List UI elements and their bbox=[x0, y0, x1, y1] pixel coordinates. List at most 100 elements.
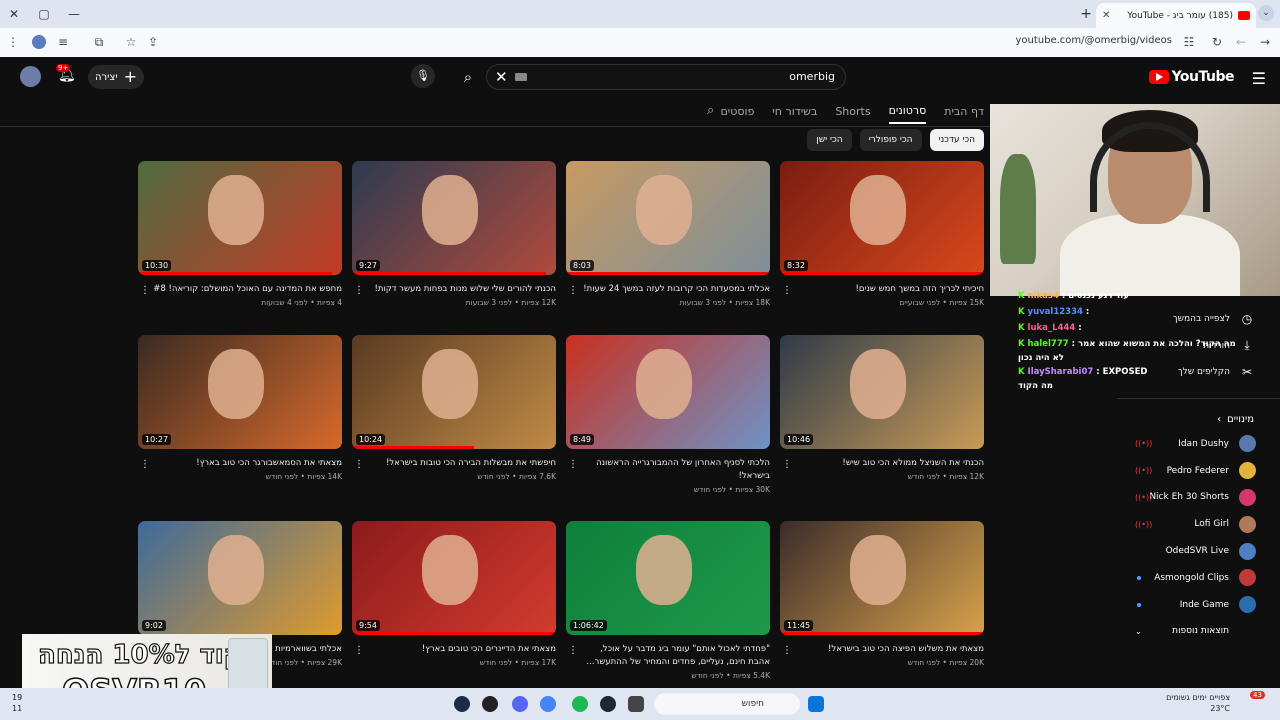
video-thumbnail[interactable]: 8:03 bbox=[566, 161, 770, 275]
reading-list-icon[interactable]: ≡ bbox=[56, 35, 70, 49]
profile-icon[interactable] bbox=[32, 35, 46, 49]
voice-search-mic-icon[interactable]: 🎙︎ bbox=[411, 64, 435, 88]
video-thumbnail[interactable]: 1:06:42 bbox=[566, 521, 770, 635]
subscription-item[interactable]: Inde Game bbox=[1117, 591, 1280, 618]
taskbar-search[interactable]: חיפוש bbox=[654, 693, 800, 715]
app-icon-2[interactable] bbox=[482, 696, 498, 712]
video-title[interactable]: הכנתי להורים שלי שלוש מנות בפחות מעשר דק… bbox=[352, 283, 557, 296]
video-card[interactable]: 8:49 הלכתי לסניף האחרון של ההמבורגרייה הר… bbox=[566, 335, 770, 494]
avatar[interactable] bbox=[20, 66, 41, 87]
windows-start-icon[interactable] bbox=[808, 696, 824, 712]
video-title[interactable]: חיפשתי את מבשלות הבירה הכי טובות בישראל! bbox=[352, 457, 556, 470]
video-card[interactable]: 10:27 מצאתי את הסמאשבורגר הכי טוב בארץ! 14… bbox=[138, 335, 342, 481]
search-button[interactable]: ⌕ bbox=[452, 64, 484, 90]
create-button[interactable]: יצירה + bbox=[88, 65, 144, 89]
window-maximize-icon[interactable]: ▢ bbox=[36, 6, 52, 22]
video-menu-icon[interactable]: ⋮ bbox=[782, 645, 792, 656]
app-icon-1[interactable] bbox=[454, 696, 470, 712]
video-menu-icon[interactable]: ⋮ bbox=[782, 285, 792, 296]
sort-chip[interactable]: הכי עדכני bbox=[929, 129, 984, 151]
tab-search-icon[interactable]: ⌄ bbox=[1258, 5, 1274, 21]
video-card[interactable]: 9:27 הכנתי להורים שלי שלוש מנות בפחות מעש… bbox=[352, 161, 556, 307]
notification-count-badge[interactable]: 43 bbox=[1250, 691, 1265, 699]
video-card[interactable]: 10:46 הכנתי את השניצל ממולא הכי טוב שיש! 1… bbox=[780, 335, 984, 481]
reload-icon[interactable]: ↻ bbox=[1210, 35, 1224, 49]
video-menu-icon[interactable]: ⋮ bbox=[140, 459, 150, 470]
tab-1[interactable]: סרטונים bbox=[888, 99, 927, 124]
sort-chip[interactable]: הכי ישן bbox=[807, 129, 852, 151]
tab-0[interactable]: דף הבית bbox=[944, 100, 984, 123]
tab-4[interactable]: פוסטים bbox=[720, 100, 754, 123]
video-card[interactable]: 8:32 חיכיתי לכריך הזה במשך חמש שנים! 15K צ… bbox=[780, 161, 984, 307]
subscription-item[interactable]: Asmongold Clips bbox=[1117, 564, 1280, 591]
video-title[interactable]: אכלתי במסעדות הכי קרובות לעזה במשך 24 שע… bbox=[566, 283, 770, 296]
video-card[interactable]: 10:24 חיפשתי את מבשלות הבירה הכי טובות בי… bbox=[352, 335, 556, 481]
chrome-icon[interactable] bbox=[540, 696, 556, 712]
video-thumbnail[interactable]: 8:32 bbox=[780, 161, 984, 275]
extensions-icon[interactable]: ⧉ bbox=[92, 35, 106, 49]
show-more-button[interactable]: תוצאות נוספות ⌄ bbox=[1117, 618, 1280, 645]
subscription-item[interactable]: OdedSVR Live bbox=[1117, 538, 1280, 565]
search-input[interactable]: ✕ omerbig bbox=[486, 64, 846, 90]
video-title[interactable]: מצאתי את הדיינרים הכי טובים בארץ! bbox=[352, 643, 556, 656]
site-settings-icon[interactable]: ☷ bbox=[1182, 35, 1196, 49]
window-close-icon[interactable]: ✕ bbox=[6, 6, 22, 22]
window-minimize-icon[interactable]: — bbox=[66, 6, 82, 22]
video-menu-icon[interactable]: ⋮ bbox=[354, 285, 364, 296]
video-title[interactable]: מחפש את המדינה עם האוכל המושלם: קוריאה! … bbox=[138, 283, 342, 296]
video-menu-icon[interactable]: ⋮ bbox=[140, 285, 150, 296]
browser-tab-youtube[interactable]: (185) עומר ביג - YouTube ✕ bbox=[1096, 3, 1256, 28]
video-menu-icon[interactable]: ⋮ bbox=[782, 459, 792, 470]
video-thumbnail[interactable]: 10:27 bbox=[138, 335, 342, 449]
video-menu-icon[interactable]: ⋮ bbox=[354, 459, 364, 470]
video-card[interactable]: 9:54 מצאתי את הדיינרים הכי טובים בארץ! 17K… bbox=[352, 521, 556, 667]
app-icon-7[interactable] bbox=[628, 696, 644, 712]
video-card[interactable]: 11:45 מצאתי את משלוש הפיצה הכי טוב בישראל… bbox=[780, 521, 984, 667]
discord-icon[interactable] bbox=[512, 696, 528, 712]
video-card[interactable]: 8:03 אכלתי במסעדות הכי קרובות לעזה במשך 2… bbox=[566, 161, 770, 307]
video-menu-icon[interactable]: ⋮ bbox=[568, 645, 578, 656]
video-thumbnail[interactable]: 11:45 bbox=[780, 521, 984, 635]
taskbar-clock[interactable]: 19 11 bbox=[12, 692, 22, 714]
video-thumbnail[interactable]: 9:27 bbox=[352, 161, 556, 275]
video-card[interactable]: 10:30 מחפש את המדינה עם האוכל המושלם: קור… bbox=[138, 161, 342, 307]
clear-search-icon[interactable]: ✕ bbox=[495, 68, 508, 86]
subscription-item[interactable]: Nick Eh 30 Shorts ((•)) bbox=[1117, 484, 1280, 511]
new-tab-icon[interactable]: + bbox=[1080, 6, 1092, 22]
video-thumbnail[interactable]: 10:46 bbox=[780, 335, 984, 449]
video-title[interactable]: הלכתי לסניף האחרון של ההמבורגרייה הראשונ… bbox=[566, 457, 770, 483]
menu-dots-icon[interactable]: ⋮ bbox=[6, 35, 20, 49]
youtube-logo[interactable]: YouTube bbox=[1148, 69, 1235, 85]
video-thumbnail[interactable]: 10:24 bbox=[352, 335, 556, 449]
notifications-bell-icon[interactable]: 🔔︎ 9+ bbox=[56, 64, 76, 83]
spotify-icon[interactable] bbox=[572, 696, 588, 712]
video-title[interactable]: מצאתי את הסמאשבורגר הכי טוב בארץ! bbox=[138, 457, 342, 470]
tab-3[interactable]: בשידור חי bbox=[772, 100, 817, 123]
steam-icon[interactable] bbox=[600, 696, 616, 712]
back-icon[interactable]: → bbox=[1258, 35, 1272, 49]
tab-close-icon[interactable]: ✕ bbox=[1102, 10, 1110, 21]
keyboard-icon[interactable] bbox=[515, 73, 527, 81]
video-title[interactable]: חיכיתי לכריך הזה במשך חמש שנים! bbox=[780, 283, 984, 296]
video-title[interactable]: הכנתי את השניצל ממולא הכי טוב שיש! bbox=[780, 457, 984, 470]
sort-chip[interactable]: הכי פופולרי bbox=[859, 129, 922, 151]
video-menu-icon[interactable]: ⋮ bbox=[354, 645, 364, 656]
video-title[interactable]: "פחדתי לאכול אותם" עומר ביג מדבר על אוכל… bbox=[566, 643, 770, 669]
subscription-item[interactable]: Idan Dushy ((•)) bbox=[1117, 431, 1280, 458]
subscriptions-heading[interactable]: מינויים › bbox=[1117, 409, 1280, 431]
subscription-item[interactable]: Lofi Girl ((•)) bbox=[1117, 511, 1280, 538]
video-card[interactable]: 1:06:42 "פחדתי לאכול אותם" עומר ביג מדבר … bbox=[566, 521, 770, 680]
url-field[interactable]: youtube.com/@omerbig/videos bbox=[1015, 35, 1172, 46]
weather-widget[interactable]: צפויים ימים גשומים 23°C bbox=[1150, 692, 1230, 714]
channel-search-icon[interactable]: ⌕ bbox=[707, 103, 714, 118]
video-thumbnail[interactable]: 9:02 bbox=[138, 521, 342, 635]
bookmark-star-icon[interactable]: ☆ bbox=[124, 35, 138, 49]
forward-icon[interactable]: ← bbox=[1234, 35, 1248, 49]
video-thumbnail[interactable]: 9:54 bbox=[352, 521, 556, 635]
video-thumbnail[interactable]: 10:30 bbox=[138, 161, 342, 275]
video-menu-icon[interactable]: ⋮ bbox=[568, 285, 578, 296]
share-icon[interactable]: ⇪ bbox=[146, 35, 160, 49]
video-thumbnail[interactable]: 8:49 bbox=[566, 335, 770, 449]
tab-2[interactable]: Shorts bbox=[835, 100, 870, 123]
video-menu-icon[interactable]: ⋮ bbox=[568, 459, 578, 470]
